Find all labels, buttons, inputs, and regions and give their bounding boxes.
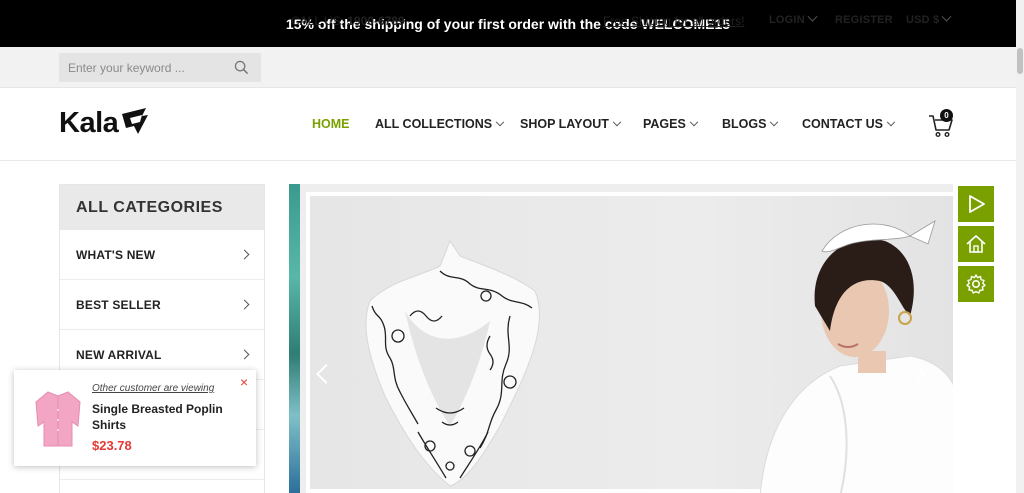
product-thumbnail[interactable]	[28, 386, 88, 450]
register-label: REGISTER	[835, 14, 893, 26]
category-whats-new[interactable]: WHAT'S NEW	[60, 230, 264, 280]
model-image	[759, 220, 953, 493]
home-icon	[966, 235, 986, 253]
nav-contact-us-label: CONTACT US	[802, 117, 884, 131]
chevron-down-icon	[807, 11, 818, 22]
category-label: NEW ARRIVAL	[76, 348, 162, 362]
nav-home[interactable]: HOME	[312, 117, 350, 131]
logo-mark-icon	[122, 108, 149, 134]
top-utility-bar	[0, 47, 1016, 88]
call-us: CALL US: 1900-6789	[291, 14, 405, 28]
nav-all-collections-label: ALL COLLECTIONS	[375, 117, 493, 131]
recently-viewed-popup[interactable]: Other customer are viewing Single Breast…	[14, 370, 256, 466]
slide-image	[306, 192, 953, 493]
chevron-down-icon	[941, 11, 952, 22]
logo[interactable]: Kala	[59, 106, 150, 140]
call-us-label: CALL US:	[291, 14, 344, 28]
category-best-seller[interactable]: BEST SELLER	[60, 280, 264, 330]
categories-title: ALL CATEGORIES	[60, 185, 264, 230]
nav-all-collections[interactable]: ALL COLLECTIONS	[375, 117, 505, 131]
login-label: LOGIN	[769, 14, 805, 26]
bandana-image	[365, 239, 540, 487]
search-input[interactable]	[59, 53, 229, 82]
cart-button[interactable]: 0	[928, 109, 956, 138]
search-box	[59, 53, 261, 82]
play-icon	[969, 195, 985, 213]
nav-shop-layout[interactable]: SHOP LAYOUT	[520, 117, 622, 131]
login-menu[interactable]: LOGIN	[769, 11, 818, 26]
logo-text: Kala	[59, 106, 119, 139]
chevron-down-icon	[495, 117, 505, 127]
nav-pages-label: PAGES	[643, 117, 686, 131]
previous-slide-peek	[289, 184, 300, 493]
nav-pages[interactable]: PAGES	[643, 117, 699, 131]
slide-illustration	[365, 220, 953, 493]
product-name[interactable]: Single Breasted Poplin Shirts	[92, 401, 242, 433]
chevron-right-icon	[239, 299, 250, 310]
home-button[interactable]	[958, 226, 994, 262]
cart-count-badge: 0	[940, 109, 953, 122]
currency-label: USD $	[906, 14, 940, 26]
free-shipping-link[interactable]: Free Shiping for all orders!	[603, 14, 744, 28]
chevron-down-icon	[886, 117, 896, 127]
scrollbar-thumb[interactable]	[1017, 48, 1023, 74]
close-icon[interactable]: ×	[240, 375, 248, 389]
nav-shop-layout-label: SHOP LAYOUT	[520, 117, 609, 131]
nav-contact-us[interactable]: CONTACT US	[802, 117, 896, 131]
search-icon[interactable]	[234, 60, 249, 75]
product-price: $23.78	[92, 438, 132, 453]
currency-selector[interactable]: USD $	[906, 11, 952, 26]
settings-button[interactable]	[958, 266, 994, 302]
chevron-right-icon	[239, 249, 250, 260]
chevron-down-icon	[689, 117, 699, 127]
viewing-notice[interactable]: Other customer are viewing	[92, 383, 214, 394]
gear-icon	[966, 274, 986, 294]
page: 15% off the shipping of your first order…	[0, 0, 1024, 493]
category-label: WHAT'S NEW	[76, 248, 156, 262]
page-scrollbar[interactable]	[1016, 0, 1024, 493]
play-button[interactable]	[958, 186, 994, 222]
chevron-down-icon	[770, 117, 779, 127]
nav-blogs[interactable]: BLOGS	[722, 117, 779, 131]
chevron-down-icon	[612, 117, 622, 127]
phone-number[interactable]: 1900-6789	[347, 14, 404, 28]
hero-slider[interactable]	[289, 184, 953, 493]
nav-blogs-label: BLOGS	[722, 117, 767, 131]
chevron-right-icon	[239, 349, 250, 360]
category-label: BEST SELLER	[76, 298, 161, 312]
register-link[interactable]: REGISTER	[835, 14, 893, 26]
